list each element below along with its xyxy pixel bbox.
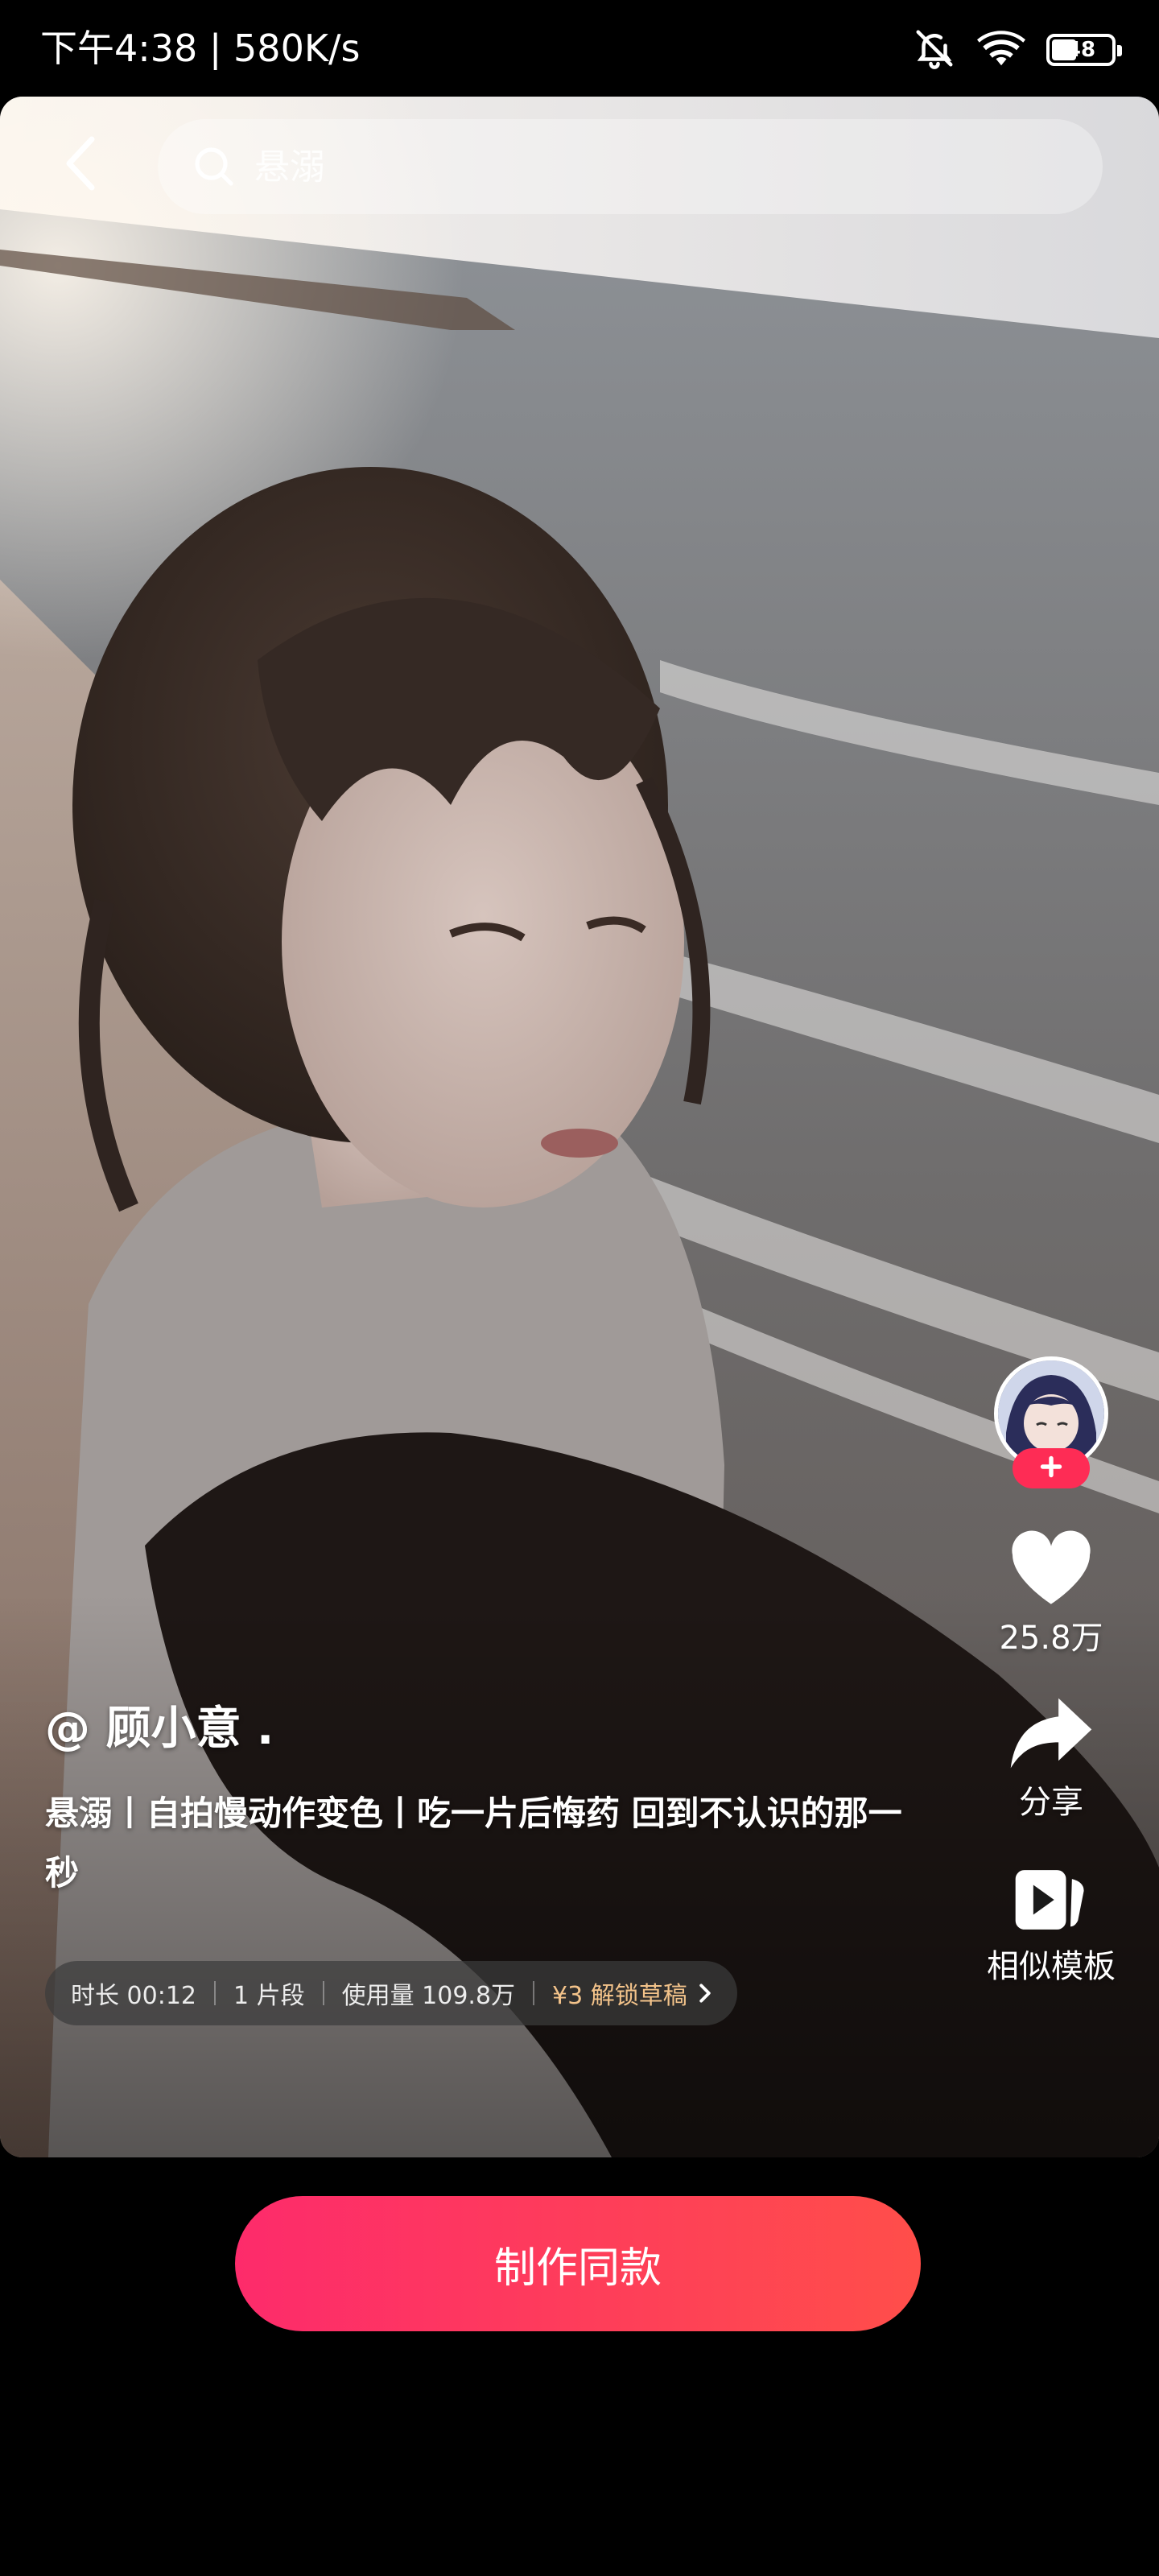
battery-icon: 48: [1046, 34, 1122, 66]
status-time-speed: 下午4:38 | 580K/s: [40, 27, 361, 70]
chevron-left-icon: [63, 134, 98, 196]
share-label: 分享: [1019, 1784, 1083, 1821]
chevron-right-icon: [699, 1983, 711, 2004]
meta-divider: [322, 1981, 324, 2005]
plus-icon: [1039, 1455, 1063, 1482]
make-same-button[interactable]: 制作同款: [235, 2196, 921, 2331]
like-count: 25.8万: [999, 1620, 1103, 1657]
heart-icon: [1008, 1530, 1095, 1611]
template-meta-pill: 时长 00:12 1 片段 使用量 109.8万 ¥3 解锁草稿: [45, 1961, 737, 2025]
search-bar[interactable]: [158, 119, 1103, 214]
status-icons: 48: [913, 27, 1122, 73]
video-title: 悬溺丨自拍慢动作变色丨吃一片后悔药 回到不认识的那一秒: [45, 1794, 902, 1893]
battery-level: 48: [1066, 38, 1096, 62]
search-input[interactable]: [253, 145, 980, 188]
usage-text: 使用量 109.8万: [341, 1982, 516, 2010]
share-arrow-icon: [1007, 1695, 1095, 1775]
search-icon: [190, 142, 238, 191]
clips-text: 1 片段: [233, 1982, 305, 2010]
similar-templates-label: 相似模板: [987, 1948, 1116, 1985]
share-button[interactable]: 分享: [1007, 1695, 1095, 1823]
unlock-draft-link[interactable]: ¥3 解锁草稿: [552, 1975, 711, 2011]
follow-button[interactable]: [1013, 1448, 1090, 1488]
template-preview-screen: 下午4:38 | 580K/s 48 悬溺 25.8万 分享 相似模板 @ 顾小…: [0, 0, 1159, 2576]
author-name[interactable]: @ 顾小意 .: [45, 1699, 274, 1760]
video-template-icon: [1013, 1864, 1090, 1939]
meta-divider: [214, 1981, 216, 2005]
unlock-draft-label: ¥3 解锁草稿: [552, 1982, 687, 2010]
bell-muted-icon: [913, 27, 956, 73]
wifi-icon: [977, 28, 1025, 72]
status-bar: 下午4:38 | 580K/s 48: [0, 0, 1159, 97]
like-button[interactable]: 25.8万: [999, 1530, 1103, 1659]
back-button[interactable]: [48, 129, 113, 201]
similar-templates-button[interactable]: 相似模板: [987, 1864, 1116, 1988]
meta-divider: [533, 1981, 535, 2005]
duration-text: 时长 00:12: [71, 1982, 196, 2010]
action-rail: 25.8万 分享 相似模板: [963, 1356, 1140, 1988]
